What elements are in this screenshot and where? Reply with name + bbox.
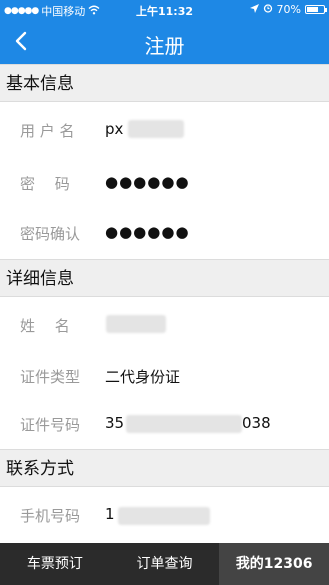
phone-row[interactable]: 手机号码 1 [0, 487, 329, 543]
id-number-label: 证件号码 [20, 416, 81, 434]
battery-fill [307, 7, 318, 12]
username-row[interactable]: 用 户 名 px [0, 102, 329, 158]
redacted-mask [118, 507, 210, 525]
nav-bar: 注册 [0, 20, 329, 64]
password-label: 密 码 [20, 175, 70, 193]
section-header-contact: 联系方式 [0, 449, 329, 487]
password-field[interactable]: ●●●●●● [105, 173, 190, 191]
section-header-detail: 详细信息 [0, 259, 329, 297]
battery-percent: 70% [276, 3, 301, 16]
redacted-mask [128, 120, 184, 138]
status-right: 70% [249, 3, 327, 16]
id-number-suffix[interactable]: 038 [242, 414, 271, 432]
tab-order-query[interactable]: 订单查询 [110, 543, 220, 585]
id-number-prefix[interactable]: 35 [105, 414, 124, 432]
redacted-mask [126, 415, 242, 433]
alarm-icon [263, 3, 273, 16]
name-row[interactable]: 姓 名 [0, 297, 329, 353]
phone-prefix[interactable]: 1 [105, 505, 115, 523]
confirm-password-row[interactable]: 密码确认 ●●●●●● [0, 205, 329, 261]
id-number-row[interactable]: 证件号码 35 038 [0, 396, 329, 452]
id-type-select[interactable]: 二代身份证 [105, 366, 180, 387]
tab-bar: 车票预订 订单查询 我的12306 [0, 543, 329, 585]
phone-label: 手机号码 [20, 507, 81, 525]
id-type-label: 证件类型 [20, 368, 81, 386]
password-row[interactable]: 密 码 ●●●●●● [0, 155, 329, 211]
status-bar: ●●●●● 中国移动 上午11:32 70% [0, 0, 329, 20]
name-field[interactable] [106, 315, 166, 333]
username-field[interactable]: px [105, 120, 123, 138]
confirm-password-field[interactable]: ●●●●●● [105, 223, 190, 241]
confirm-password-label: 密码确认 [20, 225, 81, 243]
page-title: 注册 [144, 34, 185, 58]
section-header-basic: 基本信息 [0, 64, 329, 102]
location-icon [249, 3, 259, 16]
battery-icon [305, 5, 327, 14]
name-label: 姓 名 [20, 317, 70, 335]
username-label: 用 户 名 [20, 122, 75, 140]
tab-my-12306[interactable]: 我的12306 [219, 543, 329, 585]
tab-ticket-booking[interactable]: 车票预订 [0, 543, 110, 585]
